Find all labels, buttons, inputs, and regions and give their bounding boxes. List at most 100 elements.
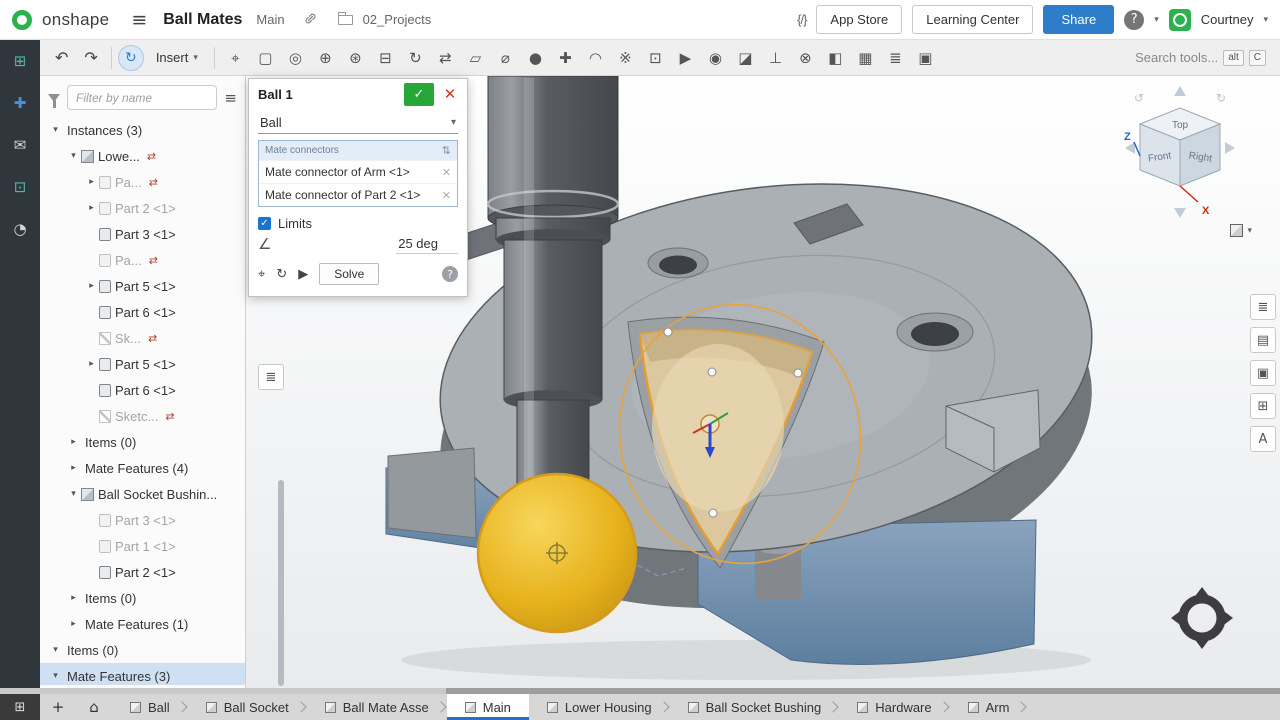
tree-item[interactable]: ▾ Ball Socket Bushin...	[40, 481, 245, 507]
tree-item[interactable]: Part 1 <1>	[40, 533, 245, 559]
caret-icon[interactable]: ▸	[66, 593, 81, 603]
bom-icon[interactable]: ≣	[881, 45, 910, 71]
caret-icon[interactable]: ▸	[84, 203, 99, 213]
caret-icon[interactable]: ▸	[84, 359, 99, 369]
document-tab[interactable]: Ball Mate Asse	[307, 694, 447, 720]
tree-item[interactable]: ▸ Pa...	[40, 169, 245, 195]
versions-link-icon[interactable]	[303, 11, 318, 29]
document-tab[interactable]: Ball Socket	[188, 694, 307, 720]
caret-icon[interactable]: ▸	[84, 177, 99, 187]
housing-front-wall[interactable]	[388, 448, 476, 538]
tree-item[interactable]: Part 6 <1>	[40, 377, 245, 403]
help-menu-icon[interactable]: ?	[1124, 10, 1144, 30]
caret-icon[interactable]: ▸	[66, 619, 81, 629]
comments-icon[interactable]: ✉	[14, 136, 27, 154]
tutorials-icon[interactable]: ⊡	[14, 178, 27, 196]
tree-item[interactable]: ▾ Instances (3)	[40, 117, 245, 143]
tree-item[interactable]: ▾ Lowe...	[40, 143, 245, 169]
tree-item[interactable]: Part 3 <1>	[40, 221, 245, 247]
document-tab[interactable]: Main	[447, 694, 529, 720]
tree-item[interactable]: ▸ Items (0)	[40, 585, 245, 611]
list-options-icon[interactable]: ≡	[224, 89, 237, 107]
tree-item[interactable]: Sketc...	[40, 403, 245, 429]
onshape-logo-icon[interactable]	[12, 10, 32, 30]
revolute-mate-icon[interactable]: ↻	[401, 45, 430, 71]
main-menu-icon[interactable]: ≡	[125, 9, 153, 31]
tree-item[interactable]: Part 2 <1>	[40, 559, 245, 585]
home-tab-icon[interactable]: ⌂	[76, 694, 112, 720]
share-button[interactable]: Share	[1043, 5, 1114, 34]
caret-icon[interactable]: ▾	[48, 671, 63, 681]
add-tab-icon[interactable]: +	[40, 694, 76, 720]
play-icon[interactable]: ▶	[298, 267, 308, 282]
linear-pattern-icon[interactable]: ⊟	[371, 45, 400, 71]
copies-panel-icon[interactable]: ▣	[1250, 360, 1276, 386]
snapshot-icon[interactable]: ◉	[701, 45, 730, 71]
circular-pattern-icon[interactable]: ⊛	[341, 45, 370, 71]
mate-type-dropdown[interactable]: Ball ▾	[258, 112, 458, 134]
mate-connector-row[interactable]: Mate connector of Arm <1> ✕	[259, 160, 457, 183]
user-name[interactable]: Courtney	[1201, 12, 1254, 27]
tree-item[interactable]: ▸ Items (0)	[40, 429, 245, 455]
angle-value-input[interactable]: 25 deg	[396, 234, 458, 254]
sidebar-scrollbar[interactable]	[278, 480, 284, 686]
tree-item[interactable]: ▾ Mate Features (3)	[40, 663, 245, 685]
annotations-panel-icon[interactable]: A	[1250, 426, 1276, 452]
drawing-icon[interactable]: ▣	[911, 45, 940, 71]
filter-input[interactable]	[67, 85, 217, 110]
cylindrical-mate-icon[interactable]: ⌀	[491, 45, 520, 71]
history-icon[interactable]: ◔	[13, 220, 26, 238]
invite-users-icon[interactable]: ✚	[14, 94, 27, 112]
tree-item[interactable]: ▸ Part 5 <1>	[40, 273, 245, 299]
undo-icon[interactable]: ↶	[48, 46, 75, 69]
caret-icon[interactable]: ▸	[66, 463, 81, 473]
measure-icon[interactable]: ⊥	[761, 45, 790, 71]
onshape-logo-text[interactable]: onshape	[42, 10, 109, 30]
document-tab[interactable]: Lower Housing	[529, 694, 670, 720]
configurations-panel-icon[interactable]: ⊞	[1250, 393, 1276, 419]
cancel-button[interactable]: ✕	[439, 85, 461, 103]
remove-connector-icon[interactable]: ✕	[442, 189, 451, 202]
caret-icon[interactable]: ▾	[48, 125, 63, 135]
apps-icon[interactable]: ⊞	[14, 52, 27, 70]
animate-icon[interactable]: ▶	[671, 45, 700, 71]
document-tab[interactable]: Hardware	[839, 694, 949, 720]
feature-script-icon[interactable]: {/}	[797, 12, 806, 27]
caret-icon[interactable]: ▸	[84, 281, 99, 291]
limits-checkbox[interactable]: ✓ Limits	[258, 216, 458, 231]
view-cube[interactable]: ↺ ↻ Top Front Right Z X	[1120, 82, 1240, 230]
tree-item[interactable]: ▾ Items (0)	[40, 637, 245, 663]
remove-connector-icon[interactable]: ✕	[442, 166, 451, 179]
replicate-icon[interactable]: ⊕	[311, 45, 340, 71]
appearance-panel-icon[interactable]: ▤	[1250, 327, 1276, 353]
tab-manager-icon[interactable]: ⊞	[0, 694, 40, 720]
section-view-icon[interactable]: ◪	[731, 45, 760, 71]
explode-icon[interactable]: ※	[611, 45, 640, 71]
tree-item[interactable]: ▸ Part 5 <1>	[40, 351, 245, 377]
named-positions-icon[interactable]: ⊡	[641, 45, 670, 71]
document-tab[interactable]: Arm	[950, 694, 1028, 720]
search-tools[interactable]: Search tools... alt C	[1135, 50, 1272, 66]
project-breadcrumb[interactable]: 02_Projects	[363, 12, 432, 27]
user-avatar[interactable]	[1169, 9, 1191, 31]
mate-icon[interactable]: ⌖	[221, 45, 250, 71]
pan-navigation-wheel[interactable]	[1170, 586, 1234, 650]
caret-icon[interactable]: ▸	[66, 437, 81, 447]
tree-item[interactable]: Sk...	[40, 325, 245, 351]
tree-item[interactable]: Part 3 <1>	[40, 507, 245, 533]
tree-item[interactable]: ▸ Part 2 <1>	[40, 195, 245, 221]
slider-mate-icon[interactable]: ⇄	[431, 45, 460, 71]
solve-button[interactable]: Solve	[319, 263, 379, 285]
flip-mate-icon[interactable]: ⌖	[258, 267, 265, 282]
document-tab[interactable]: Ball Socket Bushing	[670, 694, 840, 720]
interference-icon[interactable]: ⊗	[791, 45, 820, 71]
insert-button[interactable]: Insert ▾	[146, 46, 208, 69]
caret-icon[interactable]: ▾	[48, 645, 63, 655]
appearance-icon[interactable]: ◧	[821, 45, 850, 71]
caret-icon[interactable]: ▾	[66, 489, 81, 499]
group-icon[interactable]: ▢	[251, 45, 280, 71]
fastened-mate-icon[interactable]: ✚	[551, 45, 580, 71]
document-tab[interactable]: Ball	[112, 694, 188, 720]
display-states-icon[interactable]: ▦	[851, 45, 880, 71]
reorder-icon[interactable]: ⇅	[442, 144, 451, 157]
